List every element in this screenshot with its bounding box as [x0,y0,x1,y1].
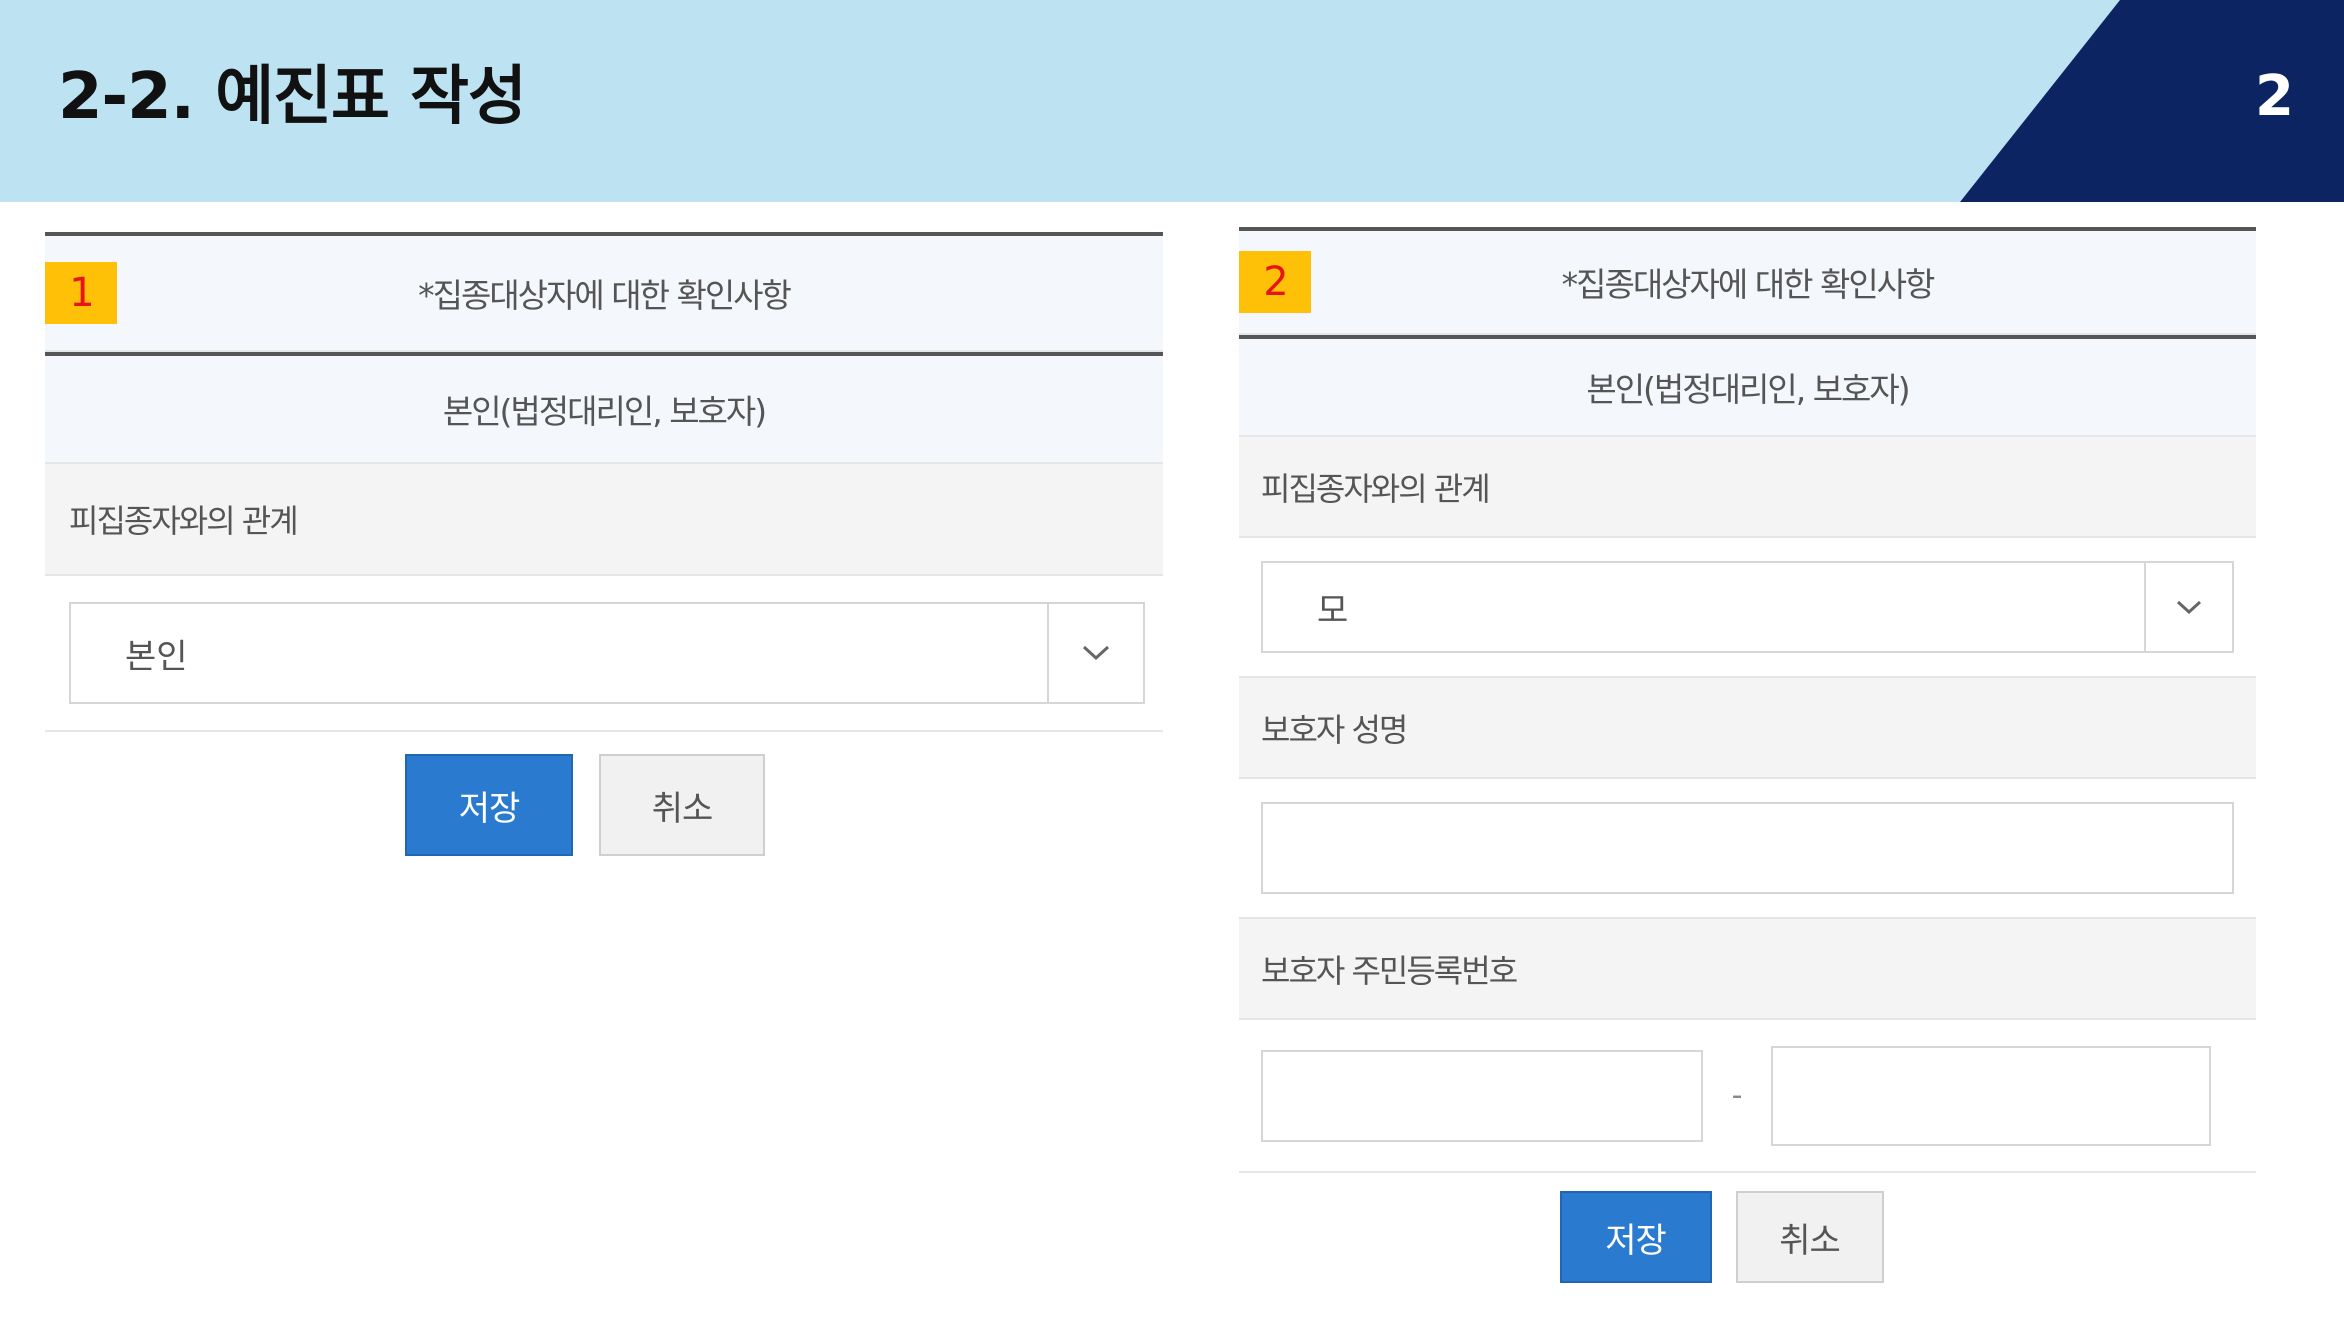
save-button[interactable]: 저장 [405,754,573,856]
step-badge: 1 [45,262,117,324]
button-row: 저장 취소 [45,754,1163,856]
slide-title: 2-2. 예진표 작성 [58,60,527,134]
subsection-header: 본인(법정대리인, 보호자) [1239,335,2256,437]
subsection-title: 본인(법정대리인, 보호자) [442,392,767,431]
step-badge: 2 [1239,251,1311,313]
section-header: 1 *집종대상자에 대한 확인사항 [45,232,1163,352]
chevron-down-icon[interactable] [2144,563,2232,651]
relation-field-row: 모 [1239,538,2256,678]
guardian-id-label: 보호자 주민등록번호 [1261,951,1518,990]
section-header: 2 *집종대상자에 대한 확인사항 [1239,227,2256,335]
panel-step-2: 2 *집종대상자에 대한 확인사항 본인(법정대리인, 보호자) 피집종자와의 … [1239,227,2256,1283]
relation-select-value: 본인 [125,636,188,677]
relation-label-row: 피집종자와의 관계 [1239,437,2256,538]
button-row: 저장 취소 [1239,1191,2256,1283]
panel-step-1: 1 *집종대상자에 대한 확인사항 본인(법정대리인, 보호자) 피집종자와의 … [45,232,1163,856]
relation-field-row: 본인 [45,576,1163,732]
relation-select[interactable]: 본인 [69,602,1145,704]
section-title: *집종대상자에 대한 확인사항 [1561,265,1936,304]
guardian-id-label-row: 보호자 주민등록번호 [1239,919,2256,1020]
id-separator: - [1731,1078,1743,1113]
guardian-name-label-row: 보호자 성명 [1239,678,2256,779]
relation-label: 피집종자와의 관계 [69,502,299,540]
guardian-id-front-input[interactable] [1261,1049,1703,1142]
guardian-name-field-row [1239,779,2256,919]
save-button[interactable]: 저장 [1559,1191,1712,1283]
guardian-name-input[interactable] [1261,802,2234,894]
page-number: 2 [2255,64,2294,129]
cancel-button[interactable]: 취소 [599,754,765,856]
cancel-button[interactable]: 취소 [1735,1191,1884,1283]
section-title: *집종대상자에 대한 확인사항 [418,276,792,315]
guardian-name-label: 보호자 성명 [1261,710,1408,749]
guardian-id-field-row: - [1239,1020,2256,1173]
relation-select[interactable]: 모 [1261,561,2234,653]
subsection-header: 본인(법정대리인, 보호자) [45,352,1163,464]
relation-label-row: 피집종자와의 관계 [45,464,1163,576]
guardian-id-back-input[interactable] [1771,1045,2211,1146]
relation-select-value: 모 [1317,590,1349,631]
subsection-title: 본인(법정대리인, 보호자) [1586,370,1910,409]
relation-label: 피집종자와의 관계 [1261,469,1491,508]
chevron-down-icon[interactable] [1047,604,1143,702]
